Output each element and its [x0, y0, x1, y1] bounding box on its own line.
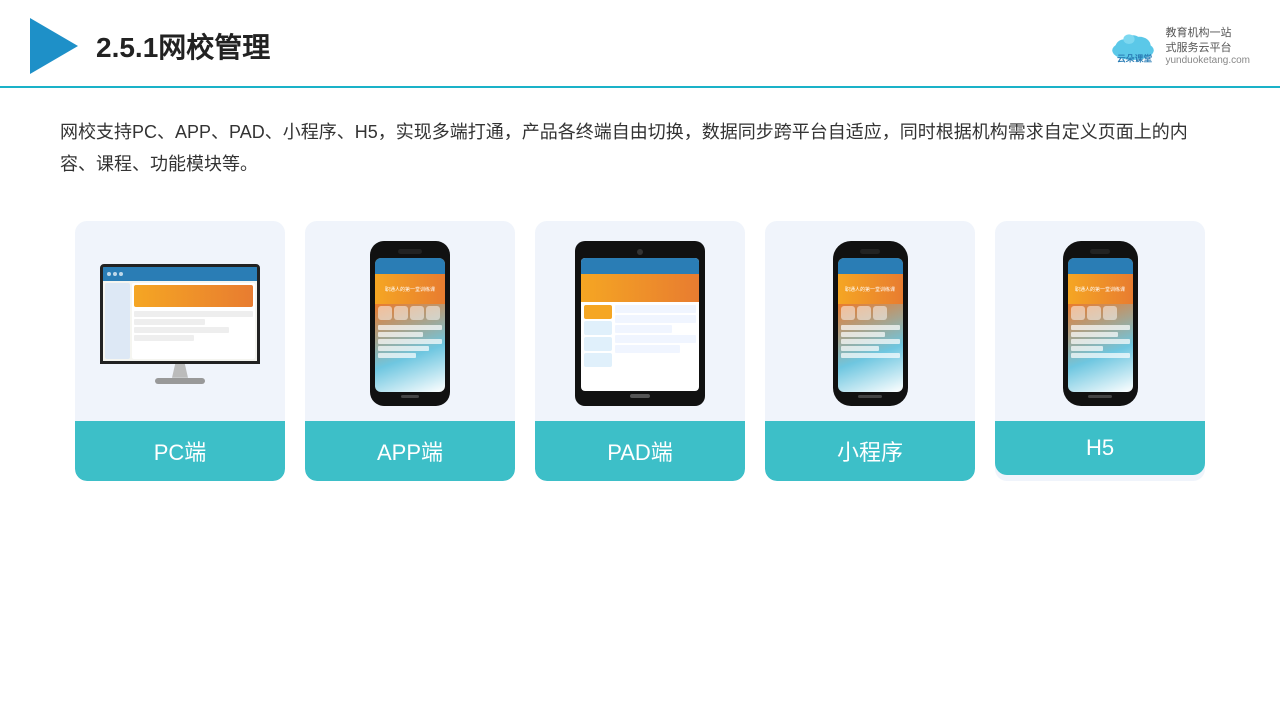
card-pad-image	[535, 221, 745, 421]
cards-container: PC端 职通人的第一堂训练课	[0, 191, 1280, 511]
card-pad: PAD端	[535, 221, 745, 481]
description-paragraph: 网校支持PC、APP、PAD、小程序、H5，实现多端打通，产品各终端自由切换，数…	[60, 116, 1220, 181]
brand-slogan: 教育机构一站 式服务云平台	[1165, 26, 1231, 55]
card-h5-image: 职通人的第一堂训练课	[995, 221, 1205, 421]
card-pc-image	[75, 221, 285, 421]
page-title: 2.5.1网校管理	[96, 26, 270, 66]
brand-text: 教育机构一站 式服务云平台 yunduoketang.com	[1165, 26, 1250, 66]
header-left: 2.5.1网校管理	[30, 18, 270, 74]
card-app: 职通人的第一堂训练课	[305, 221, 515, 481]
description-text: 网校支持PC、APP、PAD、小程序、H5，实现多端打通，产品各终端自由切换，数…	[0, 88, 1280, 191]
logo-triangle-icon	[30, 18, 78, 74]
brand-url: yunduoketang.com	[1165, 55, 1250, 66]
header-right: 云朵课堂 教育机构一站 式服务云平台 yunduoketang.com	[1109, 26, 1250, 66]
cloud-icon: 云朵课堂	[1109, 28, 1157, 64]
card-pc-label: PC端	[75, 421, 285, 481]
brand-logo: 云朵课堂	[1109, 28, 1157, 64]
header: 2.5.1网校管理 云朵课堂 教育机构一站 式服务云平台 yunduoketan…	[0, 0, 1280, 88]
phone-mockup-app: 职通人的第一堂训练课	[370, 241, 450, 406]
card-app-image: 职通人的第一堂训练课	[305, 221, 515, 421]
card-mini-label: 小程序	[765, 421, 975, 481]
card-mini: 职通人的第一堂训练课	[765, 221, 975, 481]
card-pc: PC端	[75, 221, 285, 481]
svg-text:云朵课堂: 云朵课堂	[1117, 53, 1152, 64]
card-app-label: APP端	[305, 421, 515, 481]
card-mini-image: 职通人的第一堂训练课	[765, 221, 975, 421]
pc-monitor-icon	[100, 264, 260, 384]
card-h5-label: H5	[995, 421, 1205, 475]
phone-mockup-h5: 职通人的第一堂训练课	[1063, 241, 1138, 406]
card-pad-label: PAD端	[535, 421, 745, 481]
phone-mockup-mini: 职通人的第一堂训练课	[833, 241, 908, 406]
card-h5: 职通人的第一堂训练课	[995, 221, 1205, 481]
tablet-mockup-pad	[575, 241, 705, 406]
